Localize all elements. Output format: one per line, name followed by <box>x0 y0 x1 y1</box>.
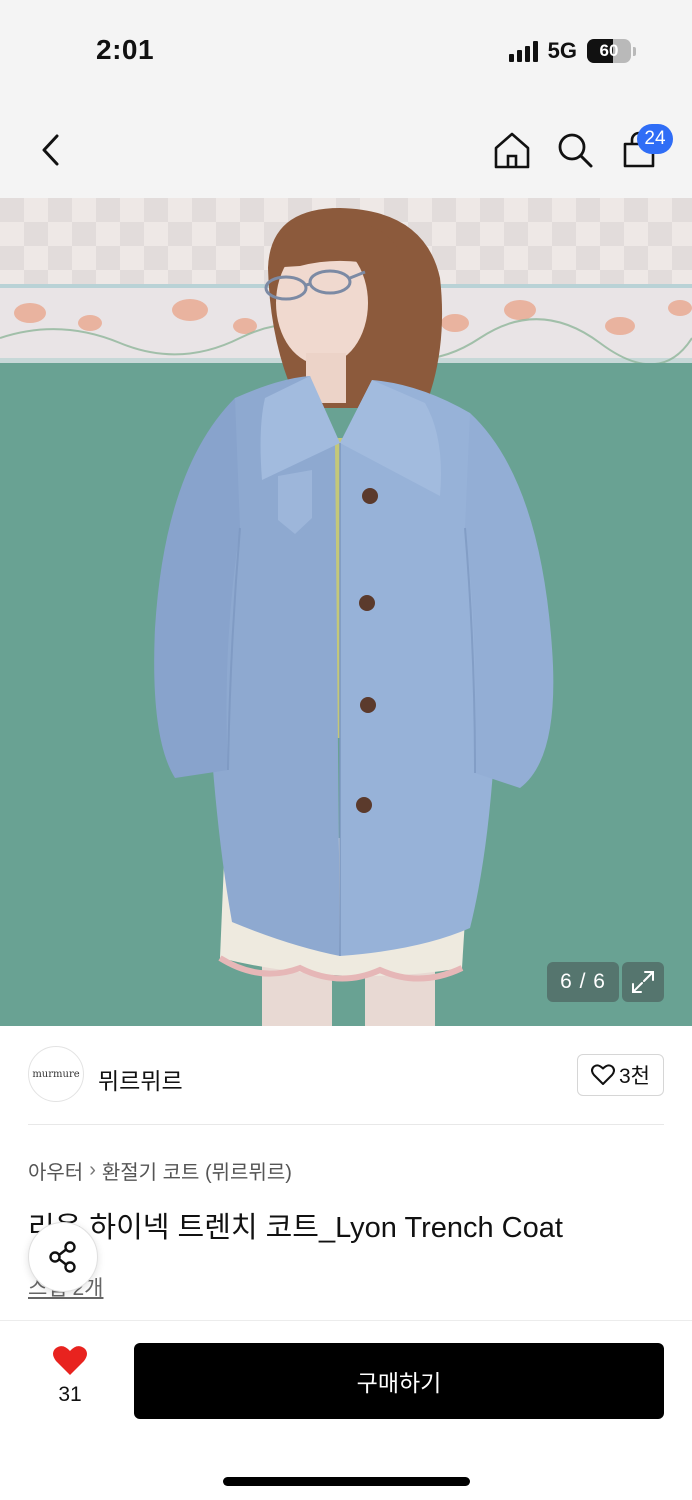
like-count: 31 <box>58 1383 82 1406</box>
search-button[interactable] <box>554 128 596 172</box>
breadcrumb-separator: › <box>89 1159 96 1181</box>
network-type: 5G <box>547 38 577 63</box>
status-indicators: 5G 60 <box>508 38 636 64</box>
battery-cap <box>633 46 636 56</box>
buy-button[interactable]: 구매하기 <box>134 1343 664 1419</box>
expand-button[interactable] <box>622 962 664 1002</box>
breadcrumb-item-coat[interactable]: 환절기 코트 (뮈르뮈르) <box>102 1156 292 1185</box>
expand-icon <box>632 971 654 993</box>
heart-filled-icon <box>53 1346 87 1375</box>
battery-level: 60 <box>599 41 619 60</box>
status-bar: 2:01 5G 60 <box>0 0 692 100</box>
share-button[interactable] <box>28 1222 98 1292</box>
image-counter: 6 / 6 <box>547 962 619 1002</box>
breadcrumb-item-outer[interactable]: 아우터 <box>28 1156 83 1185</box>
product-title: 리옹 하이넥 트렌치 코트_Lyon Trench Coat <box>28 1212 563 1244</box>
search-icon <box>558 133 593 168</box>
divider <box>28 1124 664 1125</box>
product-photo <box>0 198 692 1026</box>
status-time: 2:01 <box>96 34 155 65</box>
heart-outline-icon <box>591 1064 615 1085</box>
share-icon <box>49 1241 76 1273</box>
back-icon <box>42 134 59 166</box>
back-button[interactable] <box>30 128 70 172</box>
battery-icon: 60 <box>587 39 631 63</box>
brand-like-count: 3천 <box>619 1065 650 1088</box>
brand-like-button[interactable]: 3천 <box>577 1054 664 1096</box>
brand-row: murmure 뮈르뮈르 3천 <box>0 1026 692 1126</box>
home-icon <box>494 132 530 169</box>
cart-count-badge: 24 <box>637 124 673 154</box>
home-indicator <box>223 1477 470 1486</box>
like-button[interactable]: 31 <box>40 1345 100 1415</box>
signal-icon <box>508 40 538 62</box>
brand-name[interactable]: 뮈르뮈르 <box>98 1062 183 1096</box>
top-nav-bar <box>0 100 692 198</box>
product-image-gallery[interactable] <box>0 198 692 1026</box>
brand-logo[interactable]: murmure <box>28 1046 84 1102</box>
breadcrumb: 아우터 › 환절기 코트 (뮈르뮈르) <box>28 1156 292 1185</box>
home-button[interactable] <box>491 128 533 172</box>
bottom-action-bar: 31 구매하기 <box>0 1320 692 1500</box>
